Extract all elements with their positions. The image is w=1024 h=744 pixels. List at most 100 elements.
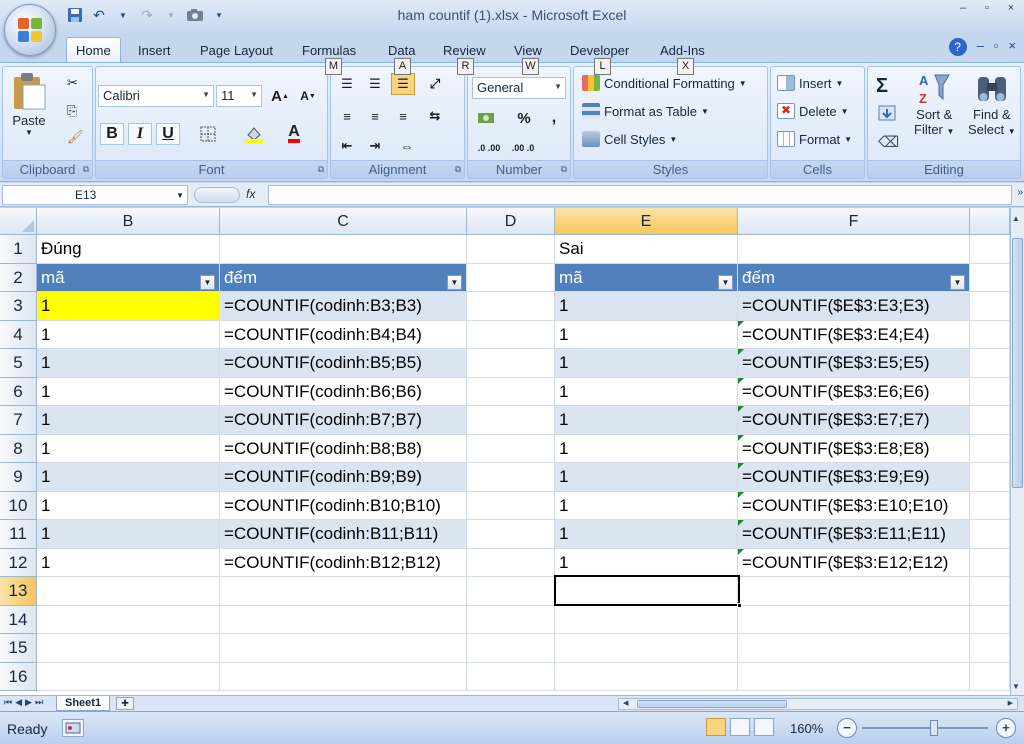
cell-f13[interactable] <box>738 577 970 606</box>
formula-bar-handle[interactable] <box>194 187 240 203</box>
align-center-icon[interactable]: ≡ <box>363 105 387 127</box>
page-break-view-icon[interactable] <box>754 718 774 736</box>
table-row-left-dem[interactable]: =COUNTIF(codinh:B9;B9) <box>220 463 467 492</box>
cell-g4[interactable] <box>970 320 1010 349</box>
worksheet-grid[interactable]: B C D E F 1 2 3 4 5 6 7 8 9 10 11 12 13 14 15 16 Đúng Sa… <box>0 208 1010 695</box>
tab-formulas[interactable]: Formulas <box>302 43 356 58</box>
scroll-up-icon[interactable]: ▲ <box>1012 214 1020 223</box>
error-indicator-icon[interactable] <box>738 491 744 498</box>
filter-dropdown-icon[interactable]: ▼ <box>200 274 215 290</box>
table-row-right-ma[interactable]: 1 <box>555 520 738 549</box>
sheet-navigation-icons[interactable]: ⏮◀▶⏭ <box>4 697 46 708</box>
formula-input[interactable] <box>268 185 1012 205</box>
cell-c15[interactable] <box>220 634 467 663</box>
font-color-icon[interactable]: A <box>282 123 306 145</box>
copy-icon[interactable]: ⎘ <box>67 103 77 119</box>
percent-style-button[interactable]: % <box>512 107 536 129</box>
sort-filter-button[interactable]: AZ Sort & Filter ▼ <box>914 71 954 137</box>
borders-icon[interactable] <box>196 123 220 145</box>
align-right-icon[interactable]: ≡ <box>391 105 415 127</box>
cell-d2[interactable] <box>467 263 555 292</box>
normal-view-icon[interactable] <box>706 718 726 736</box>
table-row-left-dem[interactable]: =COUNTIF(codinh:B11;B11) <box>220 520 467 549</box>
cell-g1[interactable] <box>970 235 1010 264</box>
vertical-scrollbar[interactable]: ▲ ▼ <box>1010 208 1024 695</box>
table-row-left-ma[interactable]: 1 <box>37 548 220 577</box>
row-header-9[interactable]: 9 <box>0 463 37 492</box>
cell-d9[interactable] <box>467 463 555 492</box>
table-row-right-dem[interactable]: =COUNTIF($E$3:E7;E7) <box>738 406 970 435</box>
table-row-left-ma[interactable]: 1 <box>37 292 220 321</box>
table-header-dem-right[interactable]: đếm ▼ <box>738 263 970 292</box>
error-indicator-icon[interactable] <box>738 548 744 555</box>
row-header-10[interactable]: 10 <box>0 491 37 520</box>
delete-cells-button[interactable]: ✖ Delete ▼ <box>777 103 849 119</box>
comma-style-button[interactable]: , <box>542 107 566 129</box>
underline-button[interactable]: U <box>156 123 180 145</box>
cell-e14[interactable] <box>555 605 738 634</box>
cell-d13[interactable] <box>467 577 555 606</box>
table-row-left-ma[interactable]: 1 <box>37 377 220 406</box>
cell-c14[interactable] <box>220 605 467 634</box>
cell-d8[interactable] <box>467 434 555 463</box>
orientation-icon[interactable]: ⤢ <box>423 73 447 95</box>
select-all-corner[interactable] <box>0 208 37 235</box>
macro-record-icon[interactable] <box>62 719 84 737</box>
cell-e1[interactable]: Sai <box>555 235 738 264</box>
cell-f15[interactable] <box>738 634 970 663</box>
tab-developer[interactable]: Developer <box>570 43 629 58</box>
cell-g13[interactable] <box>970 577 1010 606</box>
decrease-indent-icon[interactable]: ⇤ <box>335 135 359 157</box>
number-format-combo[interactable]: General ▼ <box>472 77 566 99</box>
table-row-left-ma[interactable]: 1 <box>37 520 220 549</box>
sheet-tab-sheet1[interactable]: Sheet1 <box>56 696 111 711</box>
format-painter-icon[interactable]: 🖌 <box>67 129 84 145</box>
cell-b14[interactable] <box>37 605 220 634</box>
align-bottom-icon[interactable]: ☰ <box>391 73 415 95</box>
cell-c13[interactable] <box>220 577 467 606</box>
table-row-right-ma[interactable]: 1 <box>555 320 738 349</box>
cell-g15[interactable] <box>970 634 1010 663</box>
row-header-3[interactable]: 3 <box>0 292 37 321</box>
column-header-f[interactable]: F <box>738 208 970 235</box>
cell-f16[interactable] <box>738 662 970 691</box>
scroll-down-icon[interactable]: ▼ <box>1012 682 1020 691</box>
cell-g7[interactable] <box>970 406 1010 435</box>
column-header-next[interactable] <box>970 208 1010 235</box>
fill-color-icon[interactable] <box>242 123 266 145</box>
table-row-right-ma[interactable]: 1 <box>555 463 738 492</box>
page-layout-view-icon[interactable] <box>730 718 750 736</box>
cell-b1[interactable]: Đúng <box>37 235 220 264</box>
shrink-font-icon[interactable]: A ▼ <box>296 85 320 107</box>
cell-g9[interactable] <box>970 463 1010 492</box>
cell-g6[interactable] <box>970 377 1010 406</box>
cell-g2[interactable] <box>970 263 1010 292</box>
active-cell-e13[interactable] <box>554 575 742 608</box>
zoom-slider-thumb[interactable] <box>930 720 938 736</box>
cell-d10[interactable] <box>467 491 555 520</box>
table-header-dem-left[interactable]: đếm ▼ <box>220 263 467 292</box>
cell-g10[interactable] <box>970 491 1010 520</box>
zoom-slider-track[interactable] <box>862 727 988 729</box>
table-row-left-dem[interactable]: =COUNTIF(codinh:B3;B3) <box>220 292 467 321</box>
cell-d3[interactable] <box>467 292 555 321</box>
row-header-12[interactable]: 12 <box>0 548 37 577</box>
row-header-14[interactable]: 14 <box>0 605 37 634</box>
conditional-formatting-button[interactable]: Conditional Formatting ▼ <box>582 75 747 91</box>
currency-icon[interactable] <box>474 107 498 129</box>
row-header-6[interactable]: 6 <box>0 377 37 406</box>
table-row-right-dem[interactable]: =COUNTIF($E$3:E6;E6) <box>738 377 970 406</box>
cell-g3[interactable] <box>970 292 1010 321</box>
cell-g5[interactable] <box>970 349 1010 378</box>
cell-g11[interactable] <box>970 520 1010 549</box>
table-row-left-dem[interactable]: =COUNTIF(codinh:B6;B6) <box>220 377 467 406</box>
table-row-left-ma[interactable]: 1 <box>37 491 220 520</box>
tab-data[interactable]: Data <box>388 43 415 58</box>
find-select-button[interactable]: Find & Select ▼ <box>968 71 1016 137</box>
column-header-b[interactable]: B <box>37 208 220 235</box>
column-header-e[interactable]: E <box>555 208 738 235</box>
error-indicator-icon[interactable] <box>738 463 744 469</box>
zoom-out-icon[interactable]: − <box>837 718 857 738</box>
filter-dropdown-icon[interactable]: ▼ <box>447 274 462 290</box>
row-header-1[interactable]: 1 <box>0 235 37 264</box>
